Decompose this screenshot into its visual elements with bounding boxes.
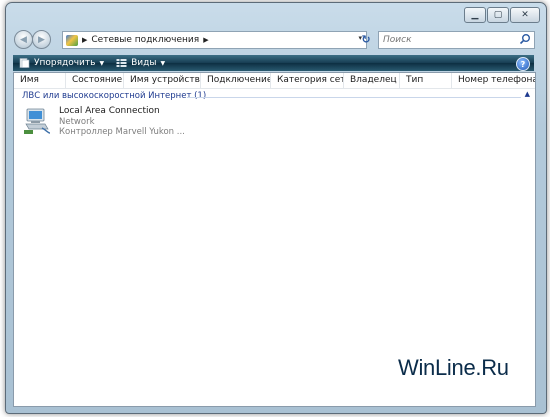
views-button[interactable]: Виды ▼ [116,58,165,68]
title-bar[interactable]: ▁ ▢ ✕ [6,3,546,29]
back-arrow-icon: ◀ [20,34,27,45]
network-folder-icon [66,34,78,46]
item-status: Network [59,117,95,127]
explorer-window: ▁ ▢ ✕ ◀ ▶ ▶ Сетевые подключения ▶ ▾ ↻ По… [5,2,547,414]
column-header-network-category[interactable]: Категория сети [271,73,344,88]
maximize-button[interactable]: ▢ [487,7,509,23]
organize-label: Упорядочить [34,58,96,68]
column-headers: Имя Состояние Имя устройства Подключение… [14,73,535,89]
search-input[interactable] [379,33,513,47]
column-header-phone-number[interactable]: Номер телефона [452,73,535,88]
back-button[interactable]: ◀ [14,30,33,49]
close-button[interactable]: ✕ [510,7,540,23]
list-item-local-area-connection[interactable]: Local Area Connection Network Контроллер… [22,106,192,138]
address-bar[interactable]: ▶ Сетевые подключения ▶ ▾ [62,31,367,49]
views-icon [116,59,127,67]
breadcrumb-network-connections[interactable]: Сетевые подключения [91,35,199,45]
address-row: ◀ ▶ ▶ Сетевые подключения ▶ ▾ ↻ [6,27,546,53]
item-name: Local Area Connection [59,106,160,116]
help-button[interactable]: ? [516,57,530,71]
group-divider [187,97,521,98]
column-header-device-name[interactable]: Имя устройства [124,73,201,88]
organize-button[interactable]: Упорядочить ▼ [19,58,104,68]
views-label: Виды [131,58,157,68]
views-dropdown-icon: ▼ [160,59,166,67]
refresh-button[interactable]: ↻ [357,31,375,47]
group-header[interactable]: ЛВС или высокоскоростной Интернет (1) ▲ [14,90,535,103]
column-header-name[interactable]: Имя [14,73,66,88]
column-header-status[interactable]: Состояние [66,73,124,88]
search-icon[interactable] [519,33,531,45]
organize-icon [19,58,30,68]
watermark-text: WinLine.Ru [398,355,509,380]
group-label[interactable]: ЛВС или высокоскоростной Интернет (1) [22,91,206,101]
caption-buttons: ▁ ▢ ✕ [464,7,540,23]
breadcrumb-separator-end[interactable]: ▶ [203,36,208,44]
network-connection-icon [24,108,51,134]
breadcrumb-separator[interactable]: ▶ [82,36,87,44]
help-icon: ? [520,59,526,69]
column-header-type[interactable]: Тип [400,73,452,88]
group-collapse-icon[interactable]: ▲ [525,90,530,98]
command-toolbar: Упорядочить ▼ Виды ▼ ? [13,55,534,71]
column-header-connectivity[interactable]: Подключение [201,73,271,88]
minimize-button[interactable]: ▁ [464,7,486,23]
organize-dropdown-icon: ▼ [99,59,105,67]
search-box[interactable] [378,31,535,49]
forward-arrow-icon: ▶ [38,34,45,45]
refresh-icon: ↻ [361,32,371,46]
forward-button[interactable]: ▶ [32,30,51,49]
column-header-owner[interactable]: Владелец [344,73,400,88]
item-device-name: Контроллер Marvell Yukon ... [59,127,185,137]
